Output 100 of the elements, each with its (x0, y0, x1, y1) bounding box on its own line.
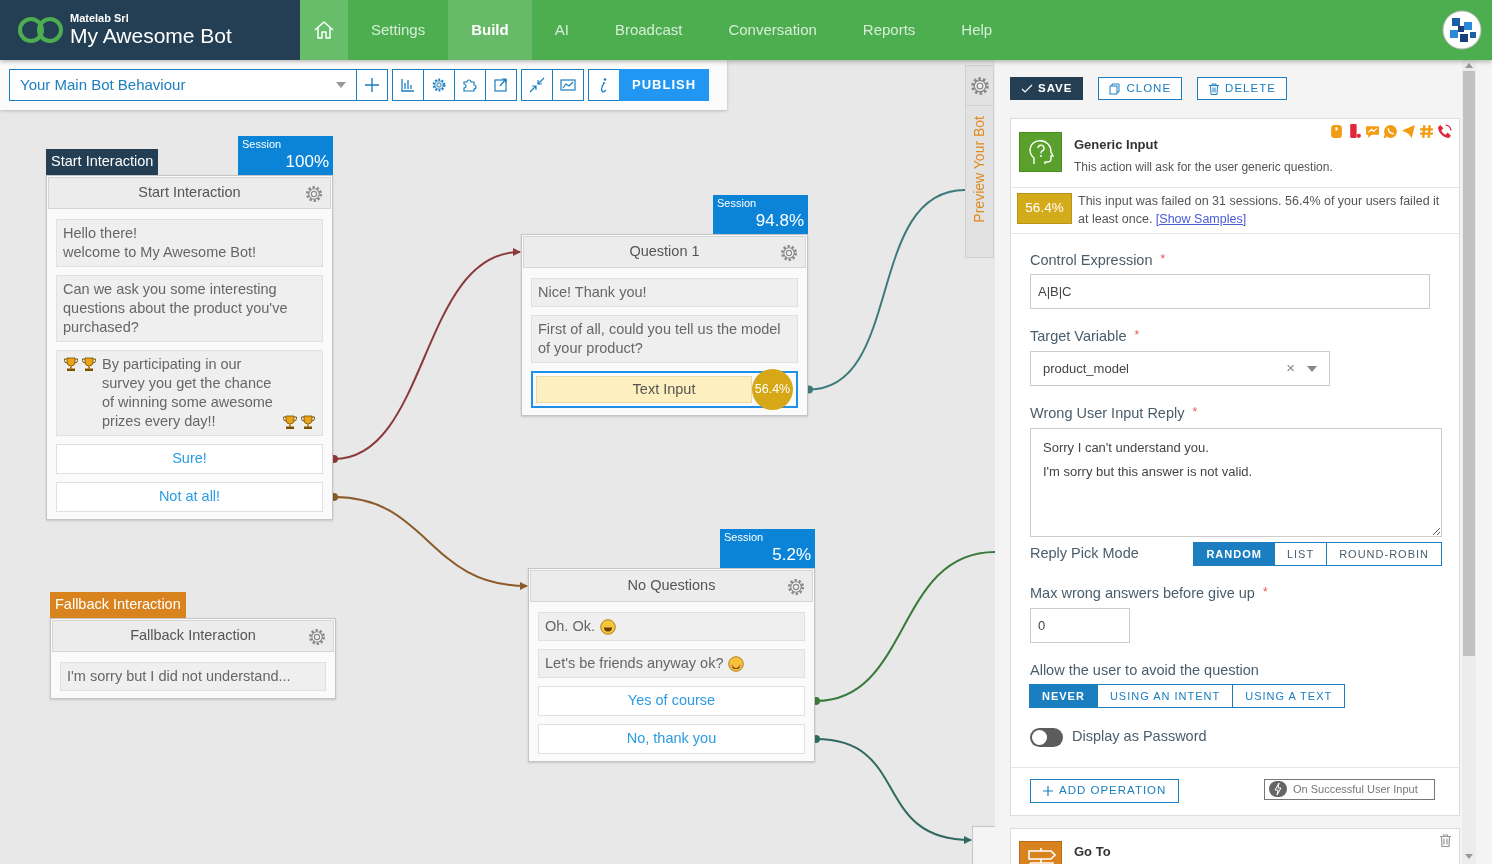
message-text: I'm sorry but I did not understand... (67, 667, 291, 686)
monitor-button[interactable] (552, 69, 584, 101)
settings-button[interactable] (423, 69, 455, 101)
segment-button[interactable]: RANDOM (1193, 541, 1275, 566)
reply-button[interactable]: Sure! (56, 444, 323, 474)
trophy-icon (282, 414, 298, 430)
scrollbar-thumb[interactable] (1463, 71, 1475, 656)
failure-badge: 56.4% (1017, 192, 1072, 224)
gear-icon[interactable] (968, 74, 991, 97)
trophy-icon (81, 356, 97, 372)
action-description: This action will ask for the user generic question. (1074, 158, 1333, 176)
lightning-icon (1269, 781, 1287, 797)
flow-node[interactable]: Fallback Interaction I'm sorry but I did not understand... (50, 618, 336, 699)
segment-button[interactable]: USING AN INTENT (1096, 684, 1234, 709)
smiling-face-icon (728, 656, 745, 672)
toggle-switch[interactable] (1030, 727, 1063, 747)
phone-bubble-icon (1383, 124, 1398, 139)
flow-node[interactable] (46, 175, 333, 520)
text-input-chip: Text Input (536, 376, 752, 403)
segment-button[interactable]: NEVER (1029, 684, 1098, 709)
node-tag: Fallback Interaction (50, 592, 186, 618)
flow-name: Your Main Bot Behaviour (20, 74, 186, 95)
number-field[interactable]: 0 (1030, 607, 1130, 643)
export-button[interactable] (485, 69, 517, 101)
field-label: Target Variable (1030, 328, 1127, 345)
nav-tab[interactable]: AI (531, 0, 592, 60)
message-text: Oh. Ok. (545, 617, 595, 636)
plus-icon (365, 78, 379, 92)
reply-textarea[interactable]: Sorry I can't understand you. I'm sorry but this answer is not valid. (1030, 427, 1442, 537)
session-label: Session (724, 531, 765, 544)
company-name: Matelab Srl (70, 12, 130, 24)
gear-icon[interactable] (307, 627, 327, 647)
plugin-button[interactable] (454, 69, 486, 101)
action-title: Generic Input (1074, 136, 1159, 154)
gear-icon[interactable] (786, 577, 806, 597)
gear-icon[interactable] (304, 184, 324, 204)
session-value: 94.8% (754, 210, 804, 232)
puzzle-icon (462, 77, 478, 93)
delete-button[interactable]: DELETE (1197, 77, 1287, 100)
clone-button[interactable]: CLONE (1098, 77, 1183, 100)
nav-tab[interactable]: Settings (348, 0, 449, 60)
trigger-chip[interactable]: On Successful User Input (1264, 778, 1435, 800)
scroll-down-icon[interactable] (1465, 854, 1473, 859)
save-button[interactable]: SAVE (1010, 77, 1084, 100)
nav-tab[interactable]: Help (938, 0, 1016, 60)
clear-icon[interactable]: × (1286, 357, 1295, 380)
session-value: 5.2% (771, 544, 811, 566)
node-title: Start Interaction (138, 183, 241, 203)
chat-bubble-icon (1365, 124, 1380, 139)
message-text: First of all, could you tell us the model of your product? (538, 320, 782, 358)
copy-icon (1109, 82, 1122, 95)
flow-node[interactable]: Question 1 Nice! Thank you! First of all, could you tell us the model of your product? Text Input 56.4% (521, 234, 808, 416)
nav-tab[interactable]: Build (448, 0, 532, 60)
chart-button[interactable] (392, 69, 424, 101)
reply-button[interactable]: Not at all! (56, 482, 323, 512)
input-block[interactable]: Text Input 56.4% (531, 371, 798, 408)
message-text: Hello there! welcome to My Awesome Bot! (63, 224, 257, 262)
home-icon (313, 19, 335, 41)
session-label: Session (717, 197, 758, 210)
nav-tab[interactable]: Reports (839, 0, 939, 60)
home-button[interactable] (300, 0, 348, 60)
phone-icon (1437, 124, 1452, 139)
field-label: Wrong User Input Reply (1030, 405, 1185, 421)
add-operation-button[interactable]: ADD OPERATION (1030, 779, 1180, 803)
field-label: Max wrong answers before give up (1030, 584, 1255, 601)
add-button[interactable] (356, 69, 388, 101)
show-samples-link[interactable]: [Show Samples] (1155, 211, 1247, 226)
publish-button[interactable]: PUBLISH (619, 69, 710, 101)
segment-button[interactable]: LIST (1273, 541, 1328, 566)
logo-icon (18, 16, 64, 44)
message-text: Can we ask you some interesting questions about the product you've purchased? (63, 280, 289, 337)
bot-icon (1329, 124, 1344, 139)
collapse-button[interactable] (521, 69, 553, 101)
reply-button[interactable]: Yes of course (538, 686, 805, 716)
segment-button[interactable]: ROUND-ROBIN (1326, 541, 1442, 566)
gear-icon[interactable] (779, 243, 799, 263)
select-field[interactable]: product_model × (1030, 351, 1330, 386)
session-label: Session (242, 138, 283, 151)
session-value: 100% (284, 151, 329, 173)
field-label: Control Expression (1030, 251, 1153, 268)
flow-node[interactable]: No Questions Oh. Ok. Let's be friends anyway ok? Yes of course No, thank you (528, 568, 815, 762)
trash-icon[interactable] (1440, 834, 1451, 847)
nav-tab[interactable]: Conversation (705, 0, 840, 60)
segment-button[interactable]: USING A TEXT (1232, 684, 1346, 709)
failure-badge: 56.4% (752, 369, 793, 410)
trophy-icon (63, 356, 79, 372)
reply-button[interactable]: No, thank you (538, 724, 805, 754)
plus-icon (1043, 786, 1053, 796)
select-value: product_model (1043, 359, 1129, 378)
info-button[interactable] (588, 69, 620, 101)
node-title: No Questions (627, 576, 716, 596)
nav-tab[interactable]: Broadcast (591, 0, 706, 60)
stats-text: This input was failed on 31 sessions. 56.4% of your users failed it at least once. [Show Samples] (1078, 192, 1441, 228)
flow-select[interactable]: Your Main Bot Behaviour (9, 69, 357, 101)
scroll-up-icon[interactable] (1465, 63, 1473, 68)
avatar-icon (1442, 10, 1482, 50)
gear-icon (431, 77, 447, 93)
text-field[interactable]: A|B|C (1030, 274, 1430, 310)
action-title: Go To (1074, 844, 1111, 861)
field-label: Allow the user to avoid the question (1030, 661, 1259, 678)
